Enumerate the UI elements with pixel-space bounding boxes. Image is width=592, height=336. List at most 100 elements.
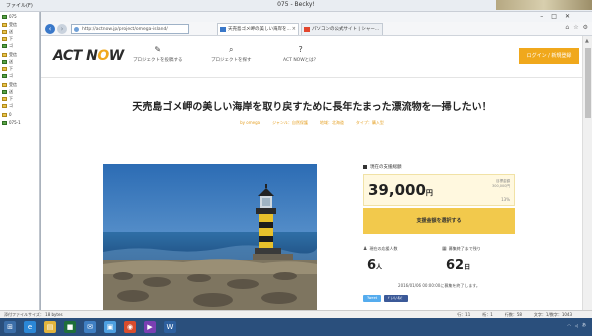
browser-navbar: ‹ › http://actnow.jp/project/omega-islan… <box>41 22 592 36</box>
bullet-icon <box>363 165 367 169</box>
folder-icon <box>2 83 7 87</box>
folder-icon <box>2 60 7 64</box>
tree-item[interactable]: 受信 <box>2 22 17 28</box>
folder-icon <box>2 74 7 78</box>
browser-window: – □ ✕ ‹ › http://actnow.jp/project/omega… <box>40 12 592 310</box>
nav-post-project[interactable]: ✎ プロジェクトを投稿する <box>133 45 183 64</box>
photo-icon[interactable]: ▣ <box>104 321 116 333</box>
stats: ♟ 現在の応援人数 6人 ▦ 募集終了まで残り 62日 <box>363 246 515 273</box>
folder-icon <box>2 97 7 101</box>
tree-item[interactable]: 075-1 <box>2 120 21 125</box>
amount-label: 現在の支援総額 <box>363 164 515 170</box>
back-button[interactable]: ‹ <box>45 24 55 34</box>
mail-icon[interactable]: ✉ <box>84 321 96 333</box>
tree-item[interactable]: 送 <box>2 89 13 95</box>
close-button[interactable]: ✕ <box>565 13 570 20</box>
ie-icon[interactable]: e <box>24 321 36 333</box>
help-icon: ? <box>298 45 303 54</box>
mail-statusbar: 添付ファイルサイズ： 18 bytes 行：11 桁：1 行数：58 文字：1/… <box>0 310 592 318</box>
favorites-icon[interactable]: ☆ <box>573 24 578 31</box>
progress-percent: 13% <box>501 197 510 202</box>
page-icon <box>74 27 79 32</box>
folder-icon <box>2 53 7 57</box>
tab-favicon <box>220 27 226 32</box>
address-bar[interactable]: http://actnow.jp/project/omega-island/ <box>71 24 189 34</box>
folder-icon <box>2 104 7 108</box>
system-tray: ◠ ◁ あ <box>567 322 586 328</box>
scroll-up-icon[interactable]: ▲ <box>585 38 589 44</box>
pencil-icon: ✎ <box>154 45 162 54</box>
tab-actnow[interactable]: 天売島ゴメ岬の美しい海岸を... × <box>217 23 299 35</box>
explorer-icon[interactable]: ▤ <box>44 321 56 333</box>
folder-icon <box>2 44 7 48</box>
select-support-button[interactable]: 支援金額を選択する <box>363 208 515 234</box>
tree-item[interactable]: ゴ <box>2 103 13 109</box>
tab-favicon <box>304 27 310 32</box>
people-icon: ♟ <box>363 246 368 252</box>
tree-item[interactable]: 送 <box>2 29 13 35</box>
tree-item[interactable]: ゴ <box>2 43 13 49</box>
start-icon[interactable]: ⊞ <box>4 321 16 333</box>
screen: ファイル(F) 075 - Becky! 075 受信 送 下 ゴ 受信 送 下… <box>0 0 592 336</box>
supporters-count: 6人 <box>367 258 383 273</box>
ime-icon[interactable]: あ <box>582 322 586 328</box>
amount-value: 39,000円 <box>368 181 433 199</box>
tweet-button[interactable]: Tweet <box>363 295 382 302</box>
network-icon[interactable]: ◠ <box>567 323 571 328</box>
browser-tools: ⌂ ☆ ⚙ <box>565 24 588 31</box>
nav-find-project[interactable]: ⌕ プロジェクトを探す <box>211 45 252 64</box>
nav-label: ACT NOWとは？ <box>283 58 319 63</box>
tab-close-icon[interactable]: × <box>292 24 296 35</box>
word-icon[interactable]: W <box>164 321 176 333</box>
attachment-size: 添付ファイルサイズ： 18 bytes <box>4 312 63 317</box>
tree-item[interactable]: 受信 <box>2 82 17 88</box>
chrome-icon[interactable]: ◉ <box>124 321 136 333</box>
folder-icon <box>2 37 7 41</box>
browser-titlebar: – □ ✕ <box>41 12 592 22</box>
site-header: ACT NOW ✎ プロジェクトを投稿する ⌕ プロジェクトを探す ? ACT … <box>41 36 583 78</box>
folder-icon <box>2 67 7 71</box>
minimize-button[interactable]: – <box>540 13 543 20</box>
page-scrollbar[interactable]: ▲ <box>582 36 592 310</box>
funding-panel: 現在の支援総額 39,000円 目標金額 300,000円 13% 支援金額を選… <box>363 164 515 302</box>
days-left-count: 62日 <box>446 258 471 273</box>
tab-label: パソコンの公式サイト | シャー... <box>312 27 380 32</box>
days-left-stat: ▦ 募集終了まで残り 62日 <box>442 246 515 273</box>
calendar-icon: ▦ <box>442 246 447 252</box>
project-title: 天売島ゴメ岬の美しい海岸を取り戻すために長年たまった漂流物を一掃したい！ <box>132 102 492 113</box>
meta-region[interactable]: 地域：北海道 <box>320 120 344 126</box>
media-icon[interactable]: ▶ <box>144 321 156 333</box>
mailbox-icon <box>2 14 7 19</box>
tree-item[interactable]: 送 <box>2 59 13 65</box>
project-photo <box>103 164 317 310</box>
tree-item[interactable]: 下 <box>2 66 13 72</box>
nav-about[interactable]: ? ACT NOWとは？ <box>283 45 319 64</box>
forward-button[interactable]: › <box>57 24 67 34</box>
facebook-like-button[interactable]: f いいね！ <box>384 295 409 302</box>
search-icon: ⌕ <box>229 45 234 54</box>
volume-icon[interactable]: ◁ <box>575 323 578 328</box>
share-buttons: Tweet f いいね！ <box>363 295 515 302</box>
app-icon[interactable]: ■ <box>64 321 76 333</box>
actnow-logo[interactable]: ACT NOW <box>53 48 124 64</box>
meta-author[interactable]: by omega <box>240 120 260 126</box>
tree-item[interactable]: 下 <box>2 96 13 102</box>
amount-box: 39,000円 目標金額 300,000円 13% <box>363 174 515 206</box>
tree-item[interactable]: 受信 <box>2 52 17 58</box>
tab-pc-site[interactable]: パソコンの公式サイト | シャー... <box>301 23 383 35</box>
goal: 目標金額 300,000円 <box>492 179 510 188</box>
browser-window-controls: – □ ✕ <box>540 13 570 20</box>
home-icon[interactable]: ⌂ <box>565 24 569 31</box>
tree-item[interactable]: 下 <box>2 36 13 42</box>
scrollbar-thumb[interactable] <box>585 48 591 118</box>
tree-item[interactable]: 0 <box>2 112 12 117</box>
meta-genre[interactable]: ジャンル：自然保護 <box>272 120 308 126</box>
tree-item[interactable]: ゴ <box>2 73 13 79</box>
meta-type[interactable]: タイプ：購入型 <box>356 120 384 126</box>
cursor-info: 行：11 桁：1 行数：58 文字：1/数字：1043 <box>457 312 572 317</box>
settings-gear-icon[interactable]: ⚙ <box>583 24 588 31</box>
tree-item[interactable]: 075 <box>2 14 17 19</box>
login-button[interactable]: ログイン / 新規登録 <box>519 48 579 64</box>
maximize-button[interactable]: □ <box>551 13 557 20</box>
windows-taskbar: ⊞ e ▤ ■ ✉ ▣ ◉ ▶ W ◠ ◁ あ <box>0 318 592 336</box>
